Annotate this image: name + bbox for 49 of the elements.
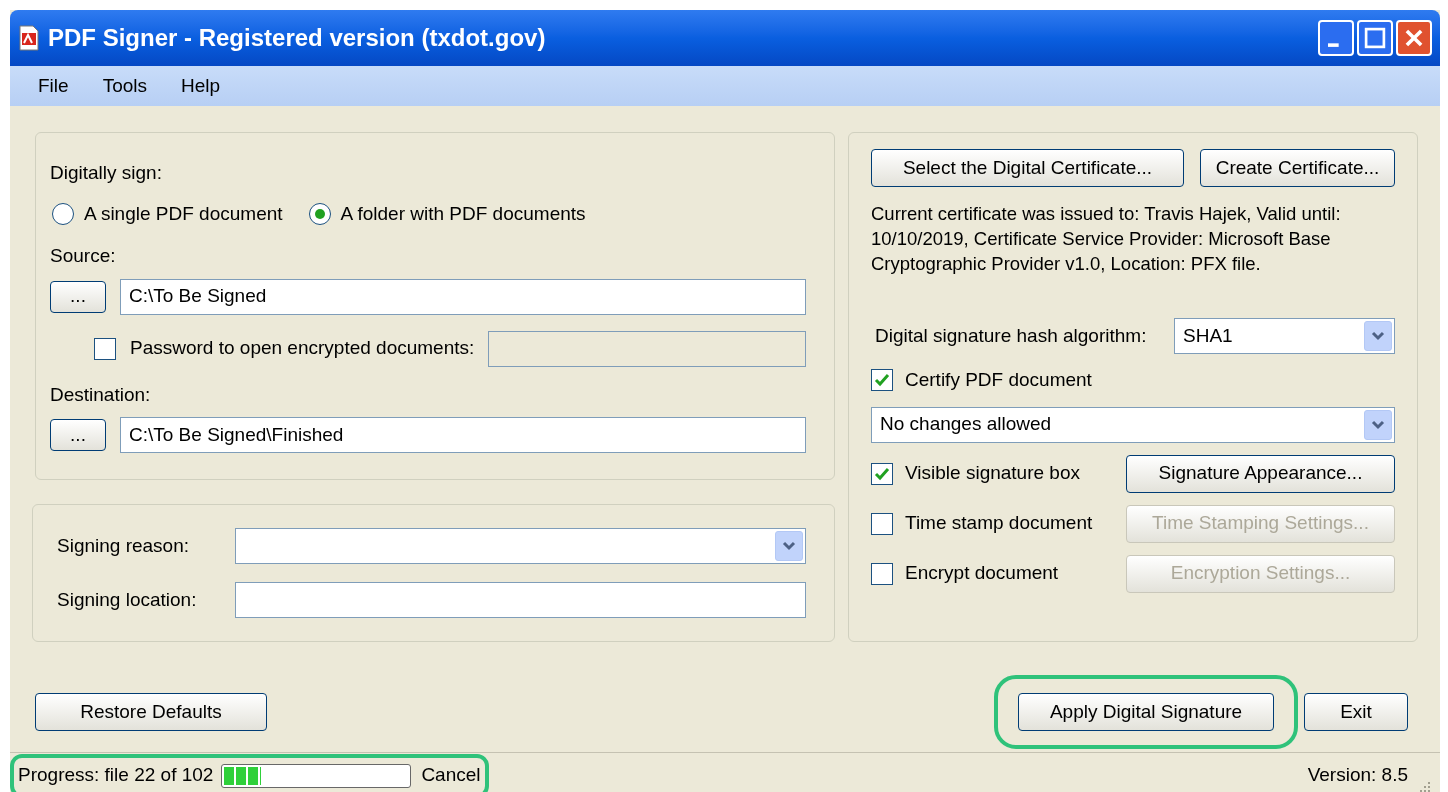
label: Certify PDF document xyxy=(905,368,1092,392)
label: Visible signature box xyxy=(905,461,1080,486)
button[interactable]: ... xyxy=(50,280,106,313)
button[interactable]: ... xyxy=(50,419,106,451)
button[interactable]: Exit xyxy=(1304,693,1408,731)
label: Destination: xyxy=(50,382,151,407)
button[interactable]: Create Certificate... xyxy=(1200,149,1395,187)
progress-label: Progress: file 22 of 102 xyxy=(18,763,214,788)
certificate-info: Current certificate was issued to: Travis Hajek, Valid until: 10/10/2019, Certificate Service Provider: Microsoft Base Cryptographic Provider v1.0, Location: PFX file. xyxy=(871,202,1342,276)
button[interactable]: Apply Digital Signature xyxy=(1018,693,1274,731)
input-field[interactable]: C:\To Be Signed\Finished xyxy=(120,417,806,453)
label: Time stamp document xyxy=(905,511,1093,536)
label: A folder with PDF documents xyxy=(340,201,586,226)
dropdown[interactable]: SHA1 xyxy=(1174,318,1395,354)
minimize-icon[interactable] xyxy=(1318,20,1354,56)
window-title: PDF Signer - Registered version (txdot.gov) xyxy=(48,23,546,53)
dropdown[interactable]: No changes allowed xyxy=(871,406,1395,443)
label: Source: xyxy=(50,244,116,268)
menu-item[interactable]: File xyxy=(38,71,69,101)
label: Digital signature hash algorithm: xyxy=(874,323,1148,348)
cancel-link[interactable]: Cancel xyxy=(421,761,481,790)
chevron-down-icon[interactable] xyxy=(1364,409,1392,440)
button[interactable]: Select the Digital Certificate... xyxy=(871,149,1184,187)
menu-item[interactable]: Help xyxy=(181,71,221,101)
chevron-down-icon[interactable] xyxy=(1364,321,1392,351)
resize-grip-icon[interactable] xyxy=(1418,780,1432,792)
version-label: Version: 8.5 xyxy=(1307,763,1408,788)
label: Signing location: xyxy=(57,587,198,612)
document-icon xyxy=(18,24,40,52)
dropdown-value: No changes allowed xyxy=(880,412,1052,437)
button[interactable]: Restore Defaults xyxy=(35,693,267,731)
menu-item[interactable]: Tools xyxy=(102,71,147,101)
button[interactable]: Signature Appearance... xyxy=(1126,454,1395,493)
dropdown[interactable] xyxy=(235,528,806,564)
label: Signing reason: xyxy=(57,533,191,558)
chevron-down-icon[interactable] xyxy=(775,531,803,561)
radio-button[interactable] xyxy=(308,202,331,225)
dropdown-value: SHA1 xyxy=(1183,323,1233,348)
label: Digitally sign: xyxy=(50,161,162,185)
label: A single PDF document xyxy=(84,201,283,226)
input-field[interactable] xyxy=(235,582,806,618)
checkbox[interactable] xyxy=(871,369,893,392)
close-icon[interactable] xyxy=(1396,20,1432,56)
radio-button[interactable] xyxy=(52,202,74,225)
input-field[interactable]: C:\To Be Signed xyxy=(120,278,806,315)
label: Encrypt document xyxy=(905,561,1059,586)
maximize-icon[interactable] xyxy=(1357,20,1393,56)
label: Password to open encrypted documents: xyxy=(130,336,475,361)
checkbox[interactable] xyxy=(871,462,893,485)
